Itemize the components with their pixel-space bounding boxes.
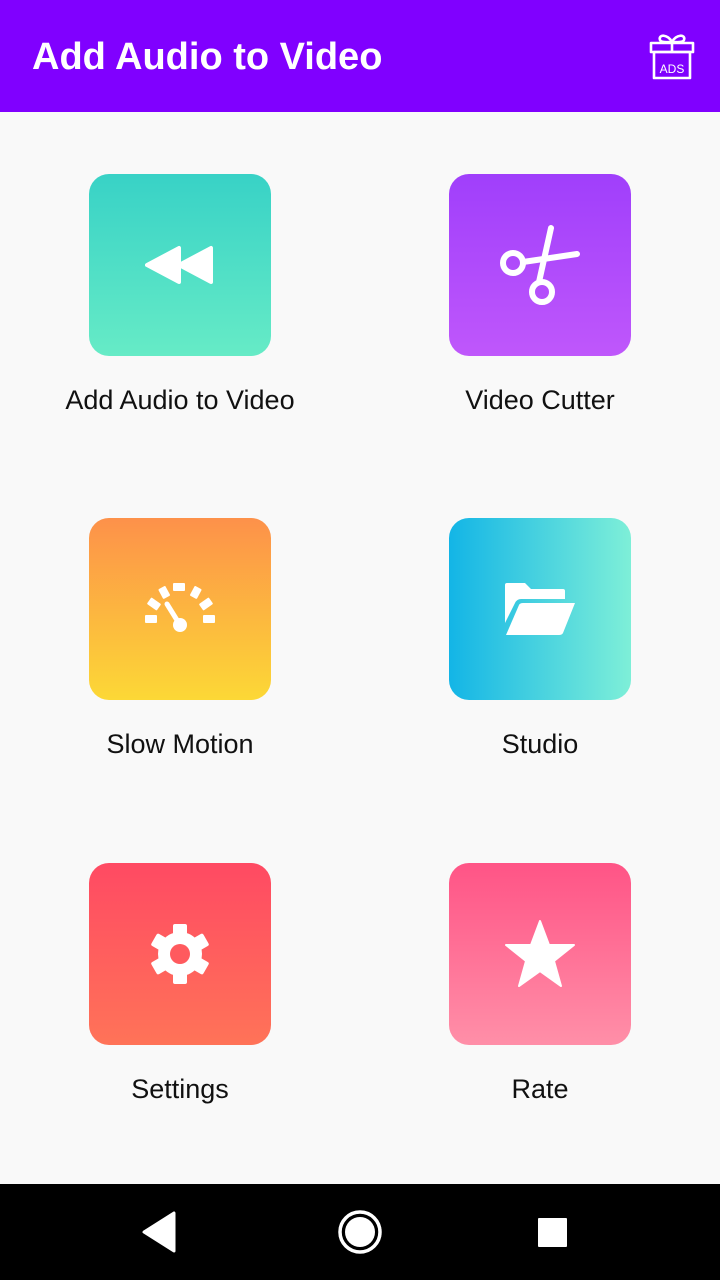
settings-tile[interactable] bbox=[89, 863, 271, 1045]
ads-text: ADS bbox=[660, 62, 685, 76]
recents-square-icon[interactable] bbox=[528, 1208, 576, 1256]
video-cutter-button[interactable]: Video Cutter bbox=[390, 174, 690, 464]
star-icon bbox=[505, 920, 575, 987]
slow-motion-tile[interactable] bbox=[89, 518, 271, 700]
rate-label: Rate bbox=[511, 1074, 569, 1104]
app-title: Add Audio to Video bbox=[32, 36, 383, 78]
add-audio-button[interactable]: Add Audio to Video bbox=[30, 174, 330, 464]
add-audio-tile[interactable] bbox=[89, 174, 271, 356]
studio-button[interactable]: Studio bbox=[390, 518, 690, 808]
gift-ads-icon[interactable]: ADS bbox=[646, 30, 698, 82]
video-cutter-tile[interactable] bbox=[449, 174, 631, 356]
settings-button[interactable]: Settings bbox=[30, 863, 330, 1153]
rate-button[interactable]: Rate bbox=[390, 863, 690, 1153]
slow-motion-label: Slow Motion bbox=[106, 729, 254, 759]
scissors-icon bbox=[500, 225, 580, 305]
folder-open-icon bbox=[505, 583, 575, 635]
studio-label: Studio bbox=[501, 729, 579, 759]
video-cutter-label: Video Cutter bbox=[465, 385, 615, 415]
gear-icon bbox=[151, 924, 209, 984]
back-triangle-icon[interactable] bbox=[136, 1208, 184, 1256]
studio-tile[interactable] bbox=[449, 518, 631, 700]
home-circle-icon[interactable] bbox=[336, 1208, 384, 1256]
slow-motion-button[interactable]: Slow Motion bbox=[30, 518, 330, 808]
app-bar: Add Audio to Video ADS bbox=[0, 0, 720, 112]
system-nav-bar bbox=[0, 1184, 720, 1280]
speedometer-icon bbox=[145, 583, 215, 632]
add-audio-label: Add Audio to Video bbox=[65, 385, 295, 415]
rewind-icon bbox=[145, 246, 213, 284]
settings-label: Settings bbox=[131, 1074, 229, 1104]
rate-tile[interactable] bbox=[449, 863, 631, 1045]
